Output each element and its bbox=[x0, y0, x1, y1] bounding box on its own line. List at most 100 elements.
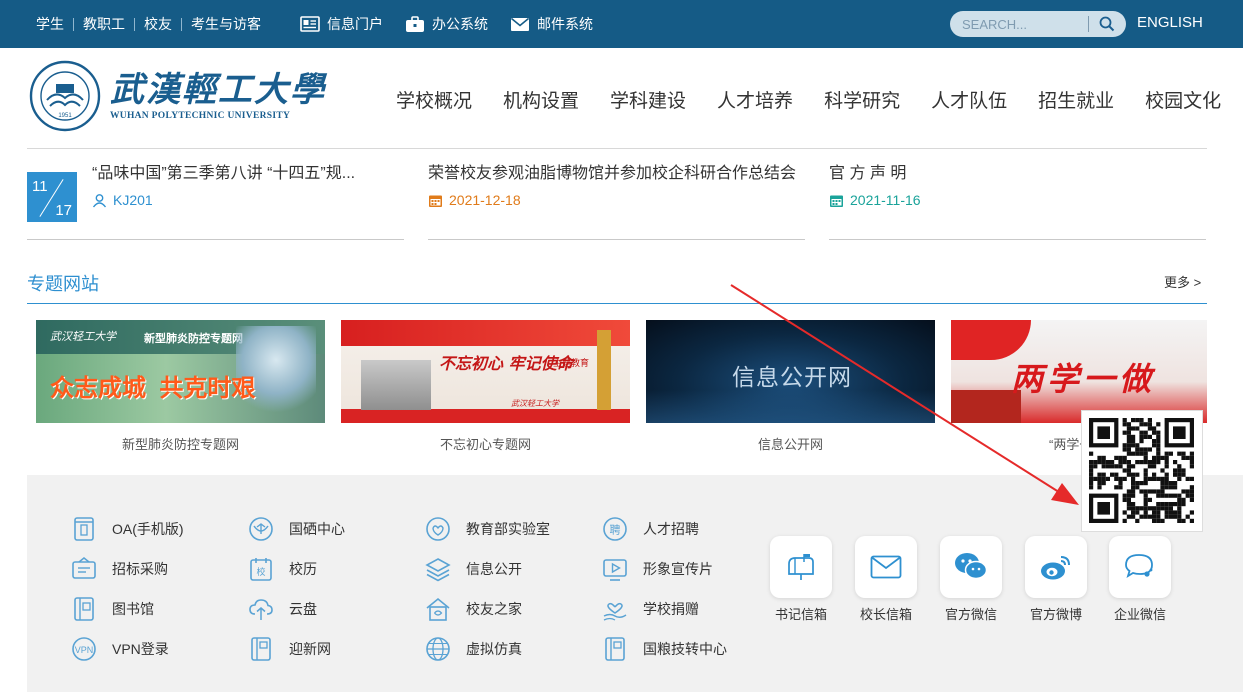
news-meta: KJ201 bbox=[113, 192, 153, 208]
quick-link-promo-video[interactable]: 形象宣传片 bbox=[601, 555, 713, 583]
office-system-label: 办公系统 bbox=[432, 16, 488, 32]
mail-system-link[interactable]: 邮件系统 bbox=[510, 14, 593, 34]
link-visitors[interactable]: 考生与访客 bbox=[191, 14, 261, 34]
quick-link-label: 信息公开 bbox=[466, 561, 522, 577]
donate-icon bbox=[603, 602, 627, 621]
quick-link-cloud-disk[interactable]: 云盘 bbox=[247, 595, 317, 623]
quick-link-tender[interactable]: 招标采购 bbox=[70, 555, 168, 583]
wechat-icon bbox=[955, 553, 988, 580]
president-mailbox-button[interactable]: 校长信箱 bbox=[855, 536, 917, 622]
quick-link-info-disclosure[interactable]: 信息公开 bbox=[424, 555, 522, 583]
news-date-badge: 11 17 bbox=[27, 172, 77, 222]
qr-code-image bbox=[1089, 418, 1194, 523]
quick-link-label: 虚拟仿真 bbox=[466, 641, 522, 657]
university-logo[interactable]: 1951 武漢輕工大學 WUHAN POLYTECHNIC UNIVERSITY bbox=[26, 60, 326, 132]
quick-link-vpn[interactable]: VPN VPN登录 bbox=[70, 635, 169, 663]
quick-link-freshman[interactable]: 迎新网 bbox=[247, 635, 331, 663]
weibo-icon bbox=[1041, 556, 1070, 580]
secretary-mailbox-button[interactable]: 书记信箱 bbox=[770, 536, 832, 622]
quick-link-label: 学校捐赠 bbox=[643, 601, 699, 617]
quick-link-label: 国粮技转中心 bbox=[643, 641, 727, 657]
briefcase-icon bbox=[406, 15, 424, 32]
link-staff[interactable]: 教职工 bbox=[83, 14, 125, 34]
quick-link-library[interactable]: 图书馆 bbox=[70, 595, 154, 623]
logo-english-name: WUHAN POLYTECHNIC UNIVERSITY bbox=[110, 111, 291, 121]
quick-link-virtual-simulation[interactable]: 虚拟仿真 bbox=[424, 635, 522, 663]
banner-subtitle: 新型肺炎防控专题网 bbox=[144, 333, 243, 345]
news-title[interactable]: 官 方 声 明 bbox=[829, 159, 1206, 183]
topic-card-info-disclosure[interactable]: 信息公开网 信息公开网 bbox=[646, 320, 935, 453]
link-alumni[interactable]: 校友 bbox=[144, 14, 172, 34]
quick-link-school-calendar[interactable]: 校 校历 bbox=[247, 555, 317, 583]
portal-icon bbox=[300, 16, 320, 32]
official-weibo-button[interactable]: 官方微博 bbox=[1025, 536, 1087, 622]
seal-year: 1951 bbox=[58, 113, 72, 119]
quick-link-label: 教育部实验室 bbox=[466, 521, 550, 537]
nav-education[interactable]: 人才培养 bbox=[717, 86, 793, 113]
quick-link-selenium-center[interactable]: 国硒中心 bbox=[247, 515, 345, 543]
banner-slogan: 信息公开网 bbox=[732, 364, 852, 390]
quick-link-label: 招标采购 bbox=[112, 561, 168, 577]
layers-icon bbox=[425, 558, 451, 582]
divider bbox=[73, 17, 74, 31]
quick-link-alumni-home[interactable]: 校友之家 bbox=[424, 595, 522, 623]
nav-research[interactable]: 科学研究 bbox=[824, 86, 900, 113]
banner-slogan: 众志成城 共克时艰 bbox=[50, 375, 256, 402]
news-item[interactable]: 荣誉校友参观油脂博物馆并参加校企科研合作总结会 2021-12-18 bbox=[428, 159, 805, 240]
nav-disciplines[interactable]: 学科建设 bbox=[610, 86, 686, 113]
calendar-icon: 校 bbox=[250, 558, 272, 581]
english-link[interactable]: ENGLISH bbox=[1137, 14, 1203, 31]
news-title[interactable]: 荣誉校友参观油脂博物馆并参加校企科研合作总结会 bbox=[428, 159, 805, 183]
news-underline bbox=[829, 239, 1206, 240]
search-button[interactable] bbox=[1089, 11, 1125, 37]
calendar-icon bbox=[429, 195, 442, 207]
more-link[interactable]: 更多 > bbox=[1164, 272, 1201, 291]
university-seal-icon: 1951 bbox=[29, 60, 101, 132]
banner-slogan: 两学一做 bbox=[1011, 360, 1156, 398]
quick-link-label: 形象宣传片 bbox=[643, 561, 713, 577]
quick-link-moe-lab[interactable]: 教育部实验室 bbox=[424, 515, 550, 543]
topic-caption: 不忘初心专题网 bbox=[439, 437, 531, 452]
selenium-icon bbox=[249, 517, 273, 541]
aspiration-banner: 不忘初心 牢记使命 主题教育 武汉轻工大学 bbox=[341, 320, 630, 423]
contact-label: 书记信箱 bbox=[774, 607, 827, 622]
office-system-link[interactable]: 办公系统 bbox=[405, 14, 488, 34]
news-title[interactable]: “品味中国”第三季第八讲 “十四五”规... bbox=[92, 159, 404, 183]
info-disclosure-banner: 信息公开网 bbox=[646, 320, 935, 423]
quick-link-label: 图书馆 bbox=[112, 601, 154, 617]
divider bbox=[181, 17, 182, 31]
official-wechat-button[interactable]: 官方微信 bbox=[940, 536, 1002, 622]
recruit-icon: 聘 bbox=[603, 517, 627, 541]
nav-admission[interactable]: 招生就业 bbox=[1038, 86, 1114, 113]
quick-link-label: 迎新网 bbox=[289, 641, 331, 657]
topic-card-original-aspiration[interactable]: 不忘初心 牢记使命 主题教育 武汉轻工大学 不忘初心专题网 bbox=[341, 320, 630, 453]
nav-about[interactable]: 学校概况 bbox=[396, 86, 472, 113]
news-date: 2021-12-18 bbox=[449, 192, 521, 208]
work-wechat-button[interactable]: 企业微信 bbox=[1109, 536, 1171, 622]
search-input[interactable] bbox=[950, 11, 1088, 37]
news-item[interactable]: “品味中国”第三季第八讲 “十四五”规... KJ201 bbox=[27, 159, 404, 240]
nav-campus-culture[interactable]: 校园文化 bbox=[1145, 86, 1221, 113]
nav-faculty[interactable]: 人才队伍 bbox=[931, 86, 1007, 113]
video-icon bbox=[603, 559, 627, 581]
work-wechat-icon bbox=[1125, 554, 1153, 578]
quick-link-label: 国硒中心 bbox=[289, 521, 345, 537]
qr-code bbox=[1081, 410, 1203, 532]
quick-link-donation[interactable]: 学校捐赠 bbox=[601, 595, 699, 623]
cloud-icon bbox=[249, 599, 273, 620]
top-bar: 学生 教职工 校友 考生与访客 信息门户 办公系统 邮件系统 ENGLISH bbox=[0, 0, 1243, 48]
quick-link-oa-mobile[interactable]: OA(手机版) bbox=[70, 515, 184, 543]
section-title: 专题网站 bbox=[27, 274, 99, 294]
search-icon bbox=[1099, 16, 1115, 32]
quick-link-recruitment[interactable]: 聘 人才招聘 bbox=[601, 515, 699, 543]
quick-link-grain-tech-center[interactable]: 国粮技转中心 bbox=[601, 635, 727, 663]
banner-logo-text: 武汉轻工大学 bbox=[511, 399, 559, 408]
topic-card-epidemic[interactable]: 武汉轻工大学 新型肺炎防控专题网 众志成城 共克时艰 新型肺炎防控专题网 bbox=[36, 320, 325, 453]
info-portal-link[interactable]: 信息门户 bbox=[300, 14, 383, 34]
vpn-icon: VPN bbox=[72, 637, 96, 661]
nav-organization[interactable]: 机构设置 bbox=[503, 86, 579, 113]
news-underline bbox=[428, 239, 805, 240]
link-students[interactable]: 学生 bbox=[36, 14, 64, 34]
news-item[interactable]: 官 方 声 明 2021-11-16 bbox=[829, 159, 1206, 240]
main-nav: 学校概况 机构设置 学科建设 人才培养 科学研究 人才队伍 招生就业 校园文化 bbox=[396, 86, 1221, 113]
